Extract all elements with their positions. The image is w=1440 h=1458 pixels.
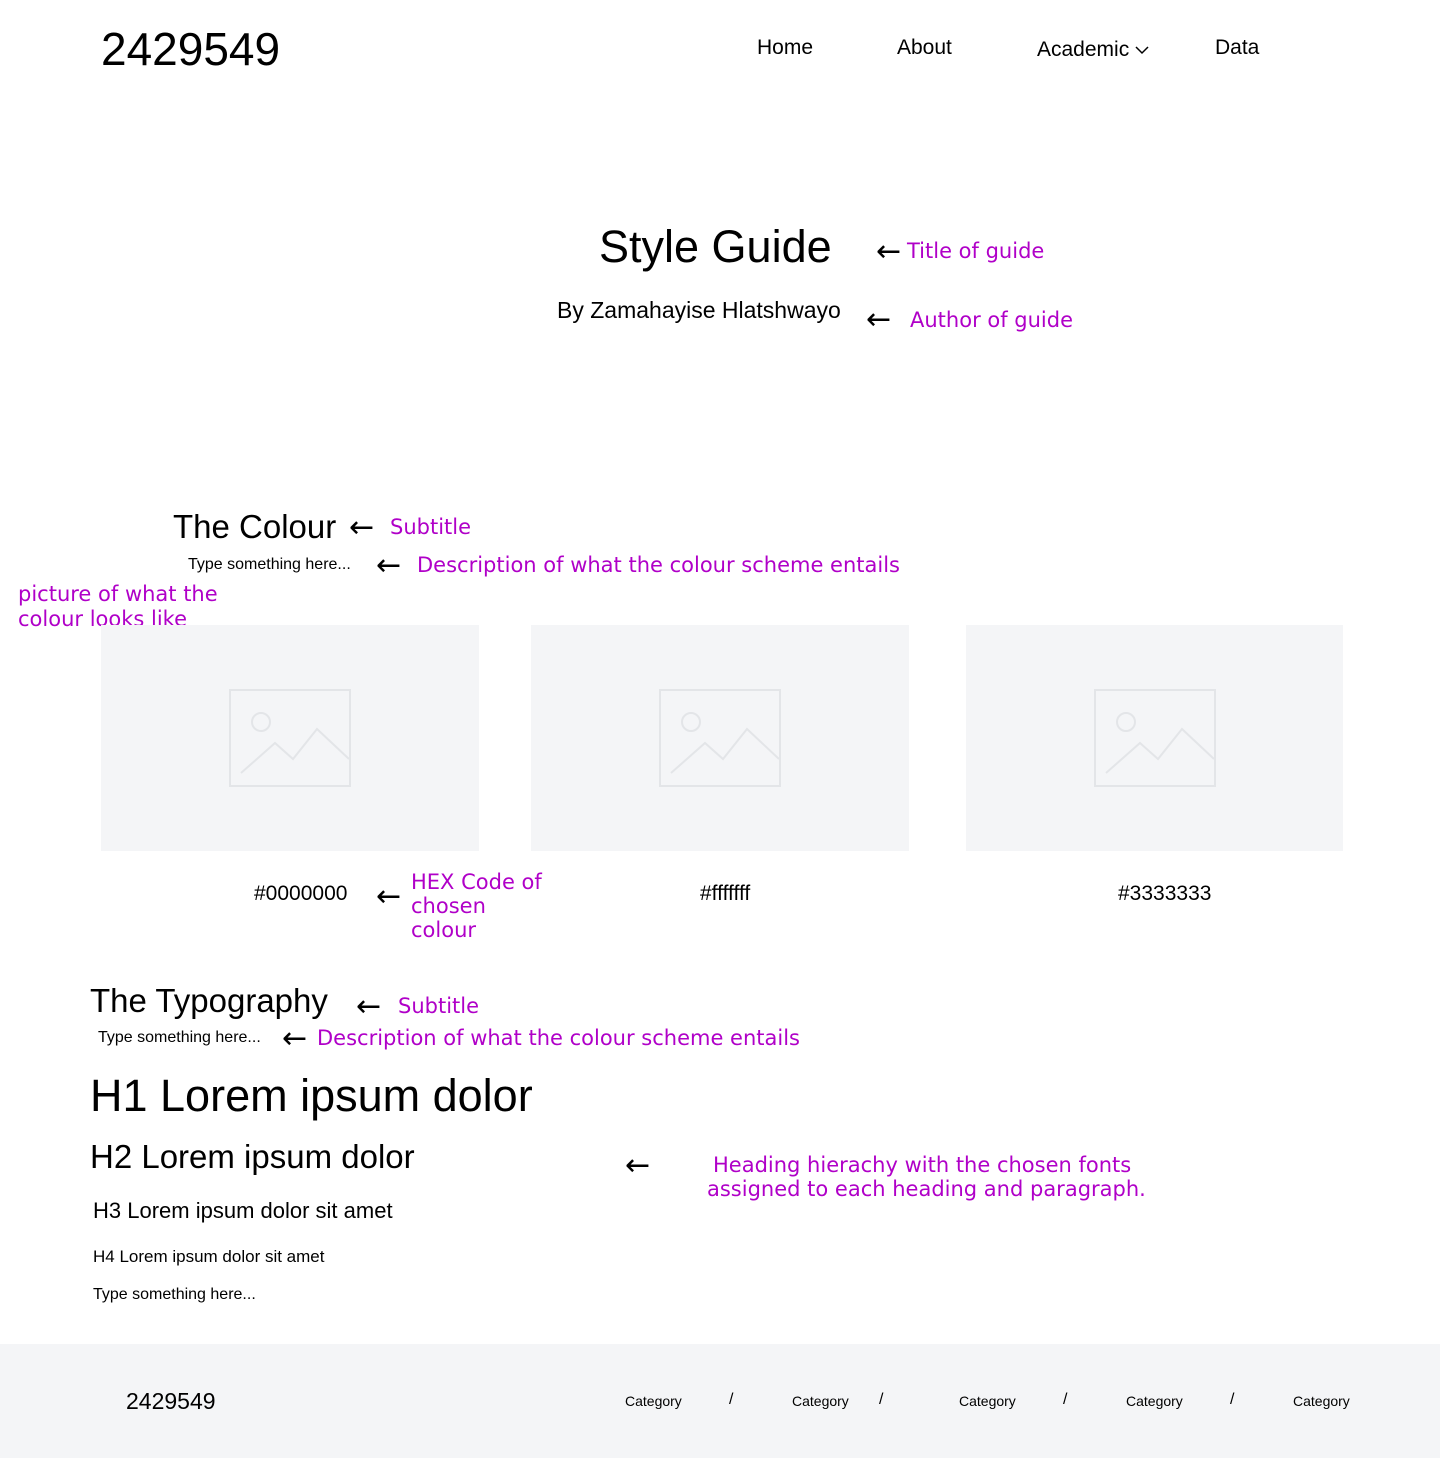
page-title: Style Guide	[599, 221, 832, 272]
heading-h1-sample: H1 Lorem ipsum dolor	[90, 1070, 533, 1121]
author-byline: By Zamahayise Hlatshwayo	[557, 297, 841, 323]
colour-swatch-2	[531, 625, 909, 851]
typography-description: Type something here...	[98, 1029, 261, 1046]
site-brand[interactable]: 2429549	[101, 22, 280, 76]
colour-subtitle: The Colour	[173, 508, 337, 545]
image-placeholder-icon	[659, 689, 781, 787]
footer-category-link[interactable]: Category	[1126, 1392, 1183, 1410]
annotation-arrow: ←	[349, 510, 375, 545]
nav-data[interactable]: Data	[1215, 34, 1259, 62]
image-placeholder-icon	[1093, 689, 1216, 787]
annotation-arrow: ←	[625, 1148, 651, 1183]
heading-h3-sample: H3 Lorem ipsum dolor sit amet	[93, 1198, 393, 1223]
nav-home[interactable]: Home	[757, 34, 813, 62]
annotation-arrow: ←	[282, 1021, 308, 1056]
annotation-picture-line1: picture of what the	[18, 582, 218, 606]
annotation-author: Author of guide	[910, 308, 1074, 332]
colour-swatch-3	[966, 625, 1343, 851]
annotation-colour-description: Description of what the colour scheme en…	[417, 553, 900, 577]
annotation-arrow: ←	[376, 548, 402, 583]
footer-separator: /	[879, 1391, 884, 1408]
footer-category-link[interactable]: Category	[625, 1392, 682, 1410]
nav-about[interactable]: About	[897, 34, 952, 62]
nav-academic-label: Academic	[1037, 38, 1130, 61]
hex-code-1: #0000000	[254, 882, 348, 905]
footer-separator: /	[1063, 1391, 1068, 1408]
image-placeholder-icon	[229, 689, 351, 787]
hex-code-2: #fffffff	[700, 882, 751, 905]
footer-category-link[interactable]: Category	[1293, 1392, 1350, 1410]
annotation-arrow: ←	[356, 989, 382, 1024]
heading-h4-sample: H4 Lorem ipsum dolor sit amet	[93, 1247, 325, 1266]
annotation-colour-subtitle: Subtitle	[390, 515, 472, 539]
footer-separator: /	[1230, 1391, 1235, 1408]
annotation-hierarchy-line2: assigned to each heading and paragraph.	[707, 1177, 1146, 1201]
annotation-hierarchy-line1: Heading hierachy with the chosen fonts	[713, 1153, 1132, 1177]
heading-h2-sample: H2 Lorem ipsum dolor	[90, 1138, 415, 1175]
footer-brand[interactable]: 2429549	[126, 1387, 216, 1415]
chevron-down-icon	[1135, 46, 1149, 55]
hex-code-3: #3333333	[1118, 882, 1212, 905]
annotation-arrow: ←	[876, 234, 902, 269]
annotation-title: Title of guide	[907, 239, 1045, 263]
site-footer: 2429549 Category / Category / Category /…	[0, 1344, 1440, 1458]
footer-category-link[interactable]: Category	[792, 1392, 849, 1410]
colour-swatch-1	[101, 625, 479, 851]
annotation-hex-line3: colour	[411, 918, 477, 942]
annotation-typography-subtitle: Subtitle	[398, 994, 480, 1018]
nav-academic[interactable]: Academic	[1037, 36, 1149, 64]
annotation-arrow: ←	[866, 302, 892, 337]
colour-description: Type something here...	[188, 556, 351, 573]
annotation-hex-line2: chosen	[411, 894, 486, 918]
annotation-hex-line1: HEX Code of	[411, 870, 542, 894]
annotation-arrow: ←	[376, 879, 402, 914]
annotation-typography-description: Description of what the colour scheme en…	[317, 1026, 800, 1050]
footer-category-link[interactable]: Category	[959, 1392, 1016, 1410]
footer-separator: /	[729, 1391, 734, 1408]
paragraph-sample: Type something here...	[93, 1286, 256, 1303]
typography-subtitle: The Typography	[90, 982, 328, 1019]
